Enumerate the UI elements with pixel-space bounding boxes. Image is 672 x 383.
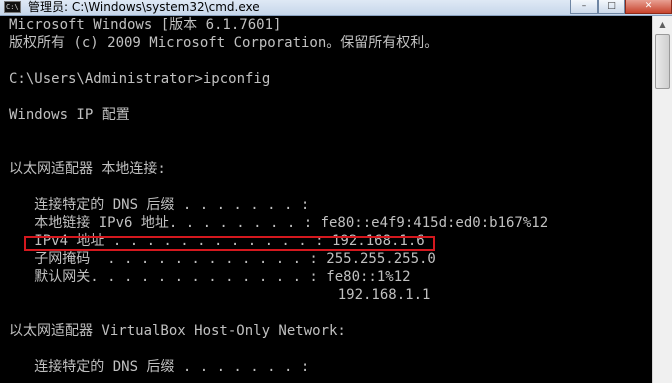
console-line: Microsoft Windows [版本 6.1.7601] [9, 17, 282, 33]
console-line: 本地链接 IPv6 地址. . . . . . . . : fe80::e4f9… [9, 215, 549, 231]
scrollbar-thumb[interactable] [655, 34, 670, 89]
console-line: C:\Users\Administrator>ipconfig [9, 71, 271, 87]
ipv4-highlight-box [24, 236, 435, 251]
console-line: 连接特定的 DNS 后缀 . . . . . . . : [9, 197, 310, 213]
maximize-button[interactable]: □ [598, 0, 625, 14]
cmd-app-icon[interactable]: C:\ [4, 1, 21, 13]
console-line: 以太网适配器 VirtualBox Host-Only Network: [9, 323, 346, 339]
minimize-button[interactable]: – [570, 0, 598, 14]
title-bar[interactable]: C:\ 管理员: C:\Windows\system32\cmd.exe – □… [0, 0, 672, 16]
window-controls: – □ ✕ [570, 0, 672, 15]
console-line: Windows IP 配置 [9, 107, 130, 123]
console-line: 子网掩码 . . . . . . . . . . . . : 255.255.2… [9, 251, 436, 267]
window-title: 管理员: C:\Windows\system32\cmd.exe [28, 0, 260, 14]
console-line: 以太网适配器 本地连接: [9, 161, 166, 177]
vertical-scrollbar[interactable]: ▲ [652, 16, 672, 383]
console-line: 192.168.1.1 [9, 287, 431, 303]
close-button[interactable]: ✕ [625, 0, 672, 14]
console-line: 版权所有 (c) 2009 Microsoft Corporation。保留所有… [9, 35, 439, 51]
console-line: 连接特定的 DNS 后缀 . . . . . . . : [9, 359, 310, 375]
scroll-up-arrow-icon[interactable]: ▲ [653, 16, 672, 33]
console-output[interactable]: Microsoft Windows [版本 6.1.7601] 版权所有 (c)… [0, 16, 652, 383]
console-line: 默认网关. . . . . . . . . . . . . : fe80::1%… [9, 269, 411, 285]
